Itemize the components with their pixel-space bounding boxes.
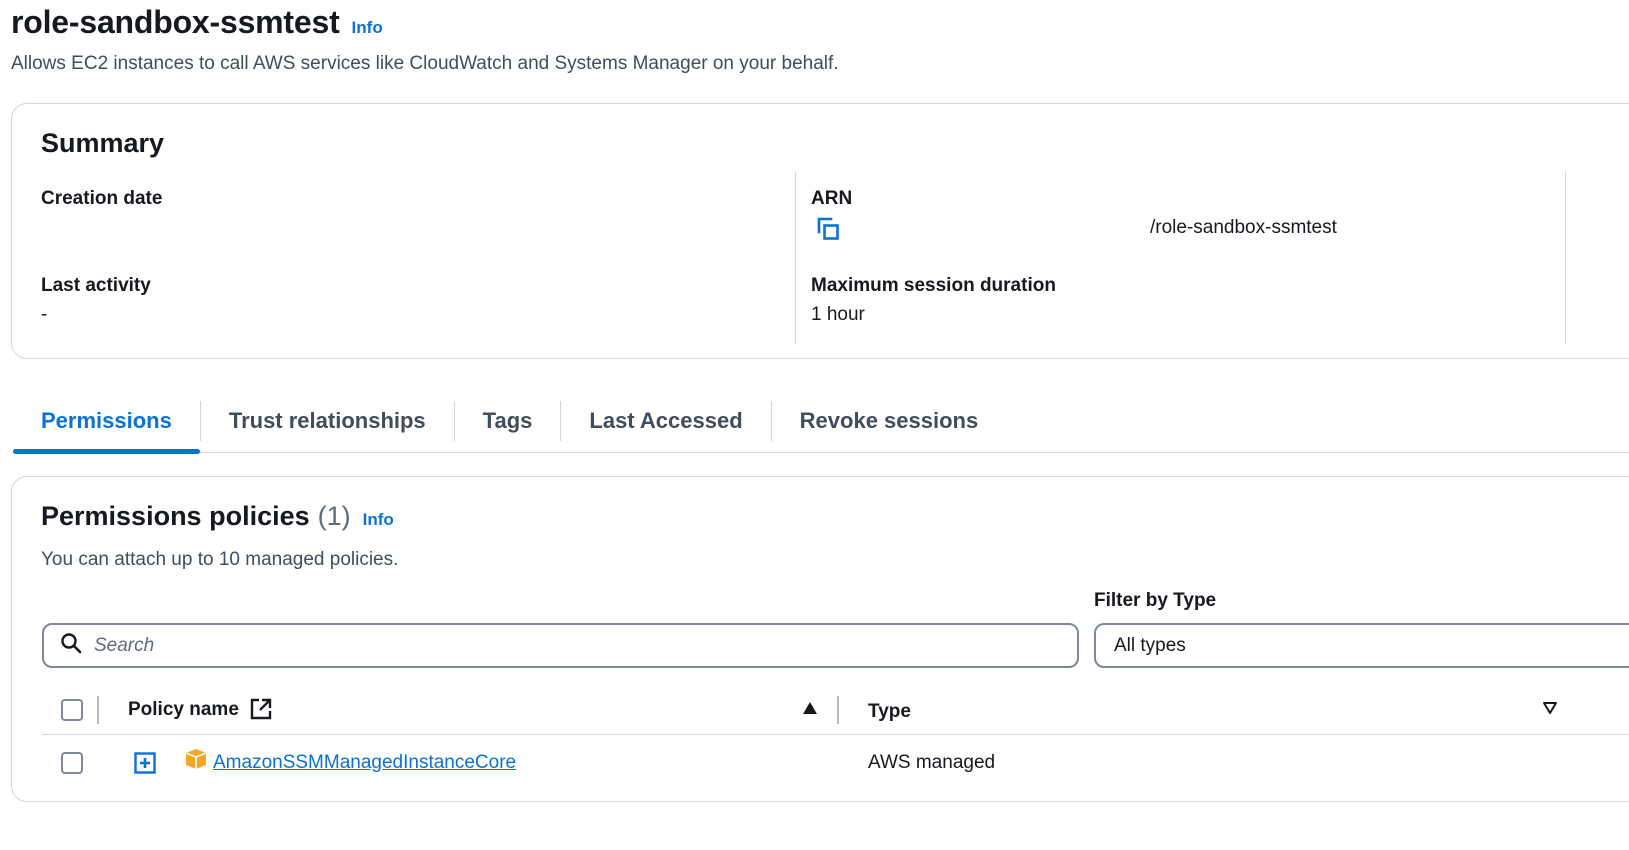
last-activity-value: -	[41, 304, 48, 325]
summary-panel: Summary Creation date Last activity - AR…	[11, 103, 1629, 359]
copy-icon[interactable]	[816, 217, 842, 243]
iam-role-page: role-sandbox-ssmtest Info Allows EC2 ins…	[0, 0, 1629, 850]
tab-trust-relationships[interactable]: Trust relationships	[201, 390, 454, 453]
max-session-label: Maximum session duration	[811, 275, 1056, 296]
header-info-link[interactable]: Info	[352, 18, 383, 38]
search-icon	[60, 632, 82, 659]
arn-value: /role-sandbox-ssmtest	[1150, 217, 1337, 238]
select-all-checkbox[interactable]	[61, 699, 83, 721]
column-separator	[837, 696, 839, 724]
table-header: Policy name Type	[42, 685, 1629, 735]
tab-tags[interactable]: Tags	[455, 390, 561, 453]
type-header[interactable]: Type	[868, 701, 911, 723]
tab-permissions[interactable]: Permissions	[13, 390, 200, 454]
tab-revoke-sessions[interactable]: Revoke sessions	[772, 390, 1007, 453]
sort-ascending-icon[interactable]	[802, 701, 818, 720]
permissions-policies-panel: Permissions policies (1) Info You can at…	[11, 476, 1629, 802]
role-tabs: Permissions Trust relationships Tags Las…	[13, 390, 1629, 454]
max-session-value: 1 hour	[811, 304, 865, 325]
policy-type-value: AWS managed	[868, 752, 996, 773]
policies-title-row: Permissions policies (1) Info	[41, 501, 394, 532]
policies-count: (1)	[317, 501, 351, 531]
table-row: AmazonSSMManagedInstanceCore AWS managed	[42, 735, 1629, 791]
page-title: role-sandbox-ssmtest	[11, 4, 340, 40]
creation-date-label: Creation date	[41, 188, 163, 209]
external-link-icon[interactable]	[249, 697, 273, 726]
search-input[interactable]	[94, 634, 994, 657]
policy-name-header[interactable]: Policy name	[128, 699, 239, 721]
arn-label: ARN	[811, 188, 853, 209]
title-row: role-sandbox-ssmtest Info	[11, 4, 383, 41]
row-checkbox[interactable]	[61, 752, 83, 774]
policies-description: You can attach up to 10 managed policies…	[41, 549, 399, 570]
filter-by-type-label: Filter by Type	[1094, 590, 1217, 611]
summary-title: Summary	[41, 128, 165, 158]
page-subtitle: Allows EC2 instances to call AWS service…	[11, 53, 839, 74]
aws-managed-cube-icon	[185, 748, 207, 770]
column-separator	[97, 696, 99, 724]
summary-column-divider	[1565, 172, 1566, 344]
tab-last-accessed[interactable]: Last Accessed	[561, 390, 770, 453]
sort-descending-icon[interactable]	[1542, 701, 1558, 720]
policy-name-link[interactable]: AmazonSSMManagedInstanceCore	[213, 752, 516, 774]
policies-title: Permissions policies	[41, 501, 310, 531]
filter-type-value: All types	[1114, 634, 1186, 656]
last-activity-label: Last activity	[41, 275, 151, 296]
expand-plus-icon[interactable]	[134, 752, 156, 774]
policy-search-box[interactable]	[42, 623, 1079, 668]
filter-type-select[interactable]: All types	[1094, 623, 1629, 668]
summary-column-divider	[795, 172, 796, 344]
policies-info-link[interactable]: Info	[363, 510, 394, 530]
